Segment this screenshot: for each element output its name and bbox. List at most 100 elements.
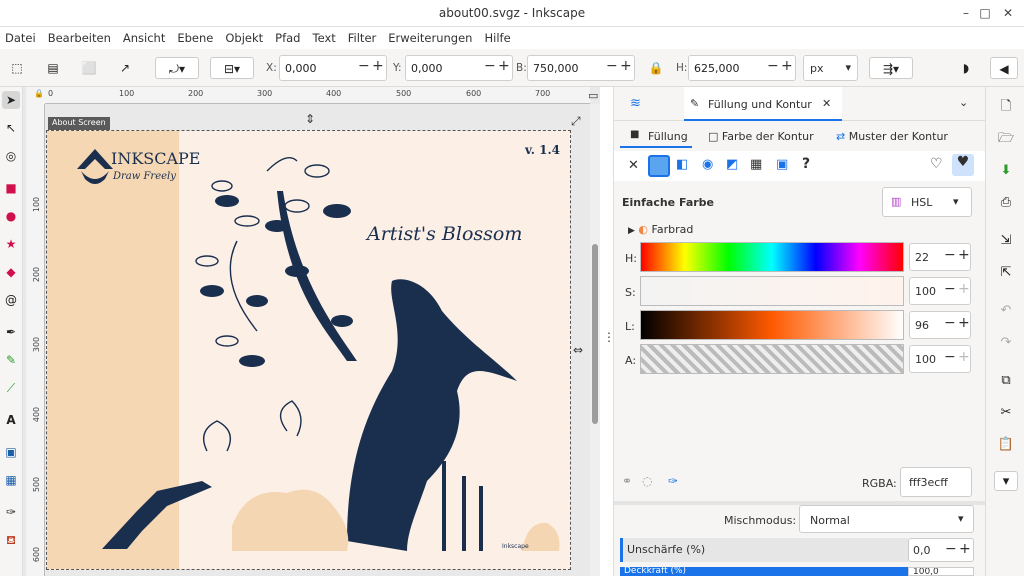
snap-toggle-icon[interactable]: ◗ <box>955 57 977 79</box>
lightness-minus-button[interactable]: − <box>944 315 956 331</box>
lightness-slider[interactable] <box>640 310 904 340</box>
scale-handle-icon[interactable]: ⇕ <box>305 112 315 126</box>
fill-rule-nonzero-icon[interactable]: ♥ <box>952 154 974 176</box>
lightness-field[interactable]: 96 − + <box>909 311 971 339</box>
hue-minus-button[interactable]: − <box>944 247 956 263</box>
blur-field[interactable]: 0,0 − + <box>908 538 974 562</box>
saturation-slider[interactable] <box>640 276 904 306</box>
hue-slider[interactable] <box>640 242 904 272</box>
y-field[interactable]: 0,000 − + <box>405 55 513 81</box>
y-plus-button[interactable]: + <box>498 58 510 74</box>
menu-pfad[interactable]: Pfad <box>275 31 300 45</box>
lightness-plus-button[interactable]: + <box>958 315 970 331</box>
close-icon[interactable]: ✕ <box>822 97 831 110</box>
import-icon[interactable]: ⇲ <box>996 231 1016 251</box>
more-commands-icon[interactable]: ▾ <box>994 471 1018 491</box>
y-minus-button[interactable]: − <box>484 58 496 74</box>
unset-paint-icon[interactable]: ? <box>802 156 810 172</box>
saturation-field[interactable]: 100− + <box>909 277 971 305</box>
chevron-left-icon[interactable]: ◀ <box>990 57 1018 79</box>
menu-ebene[interactable]: Ebene <box>177 31 213 45</box>
blur-plus-button[interactable]: + <box>959 541 971 557</box>
cut-icon[interactable]: ✂ <box>996 403 1016 423</box>
scale-handle-icon[interactable]: ⇔ <box>573 343 583 357</box>
box-3d-tool-icon[interactable]: ◆ <box>2 263 20 281</box>
radial-gradient-icon[interactable]: ◉ <box>702 157 713 172</box>
menu-text[interactable]: Text <box>313 31 336 45</box>
rgba-input[interactable]: fff3ecff <box>900 467 972 497</box>
no-paint-icon[interactable]: ✕ <box>628 158 639 173</box>
blur-minus-button[interactable]: − <box>945 541 957 557</box>
chevron-down-icon[interactable]: ⌄ <box>959 96 968 109</box>
copy-icon[interactable]: ⧉ <box>996 371 1016 391</box>
selector-tool-icon[interactable]: ➤ <box>2 91 20 109</box>
alpha-field[interactable]: 100− + <box>909 345 971 373</box>
dropper-tool-icon[interactable]: ✑ <box>2 503 20 521</box>
color-wheel-expander[interactable]: ▶ ◐ Farbrad <box>628 223 693 236</box>
close-button[interactable]: ✕ <box>999 4 1017 22</box>
undo-icon[interactable]: ↶ <box>996 301 1016 321</box>
minimize-button[interactable]: – <box>957 4 975 22</box>
page-artwork[interactable]: INKSCAPE Draw Freely v. 1.4 Artist's Blo… <box>46 130 571 570</box>
pencil-tool-icon[interactable]: ✎ <box>2 351 20 369</box>
mesh-gradient-icon[interactable]: ◩ <box>726 157 738 172</box>
menu-hilfe[interactable]: Hilfe <box>484 31 510 45</box>
dialog-menu-icon[interactable]: ≋ <box>630 96 641 111</box>
gradient-tool-icon[interactable]: ▣ <box>2 443 20 461</box>
lock-guides-icon[interactable]: 🔒 <box>34 89 44 98</box>
width-field[interactable]: 750,000 − + <box>527 55 635 81</box>
mesh-tool-icon[interactable]: ▦ <box>2 471 20 489</box>
paste-icon[interactable]: 📋 <box>996 435 1016 455</box>
calligraphy-tool-icon[interactable]: ⟋ <box>2 379 20 397</box>
vertical-scrollbar[interactable] <box>590 104 600 576</box>
menu-objekt[interactable]: Objekt <box>225 31 263 45</box>
export-icon[interactable]: ⇱ <box>996 263 1016 283</box>
menu-ansicht[interactable]: Ansicht <box>123 31 165 45</box>
opacity-slider[interactable]: Deckkraft (%) <box>620 567 908 576</box>
menu-bearbeiten[interactable]: Bearbeiten <box>48 31 111 45</box>
text-tool-icon[interactable]: A <box>2 411 20 429</box>
menu-erweiterungen[interactable]: Erweiterungen <box>388 31 472 45</box>
saturation-plus-button[interactable]: + <box>958 281 970 297</box>
scale-handle-icon[interactable]: ⤢ <box>571 114 581 129</box>
tab-fill-stroke[interactable]: ✎ Füllung und Kontur ✕ <box>684 87 842 121</box>
subtab-fill[interactable]: ■ Füllung <box>620 126 692 148</box>
save-icon[interactable]: ⬇ <box>996 161 1016 181</box>
width-plus-button[interactable]: + <box>620 58 632 74</box>
blend-mode-select[interactable]: Normal ▾ <box>799 505 974 533</box>
hue-field[interactable]: 22 − + <box>909 243 971 271</box>
maximize-button[interactable]: □ <box>976 4 994 22</box>
x-field[interactable]: 0,000 − + <box>279 55 387 81</box>
subtab-stroke-style[interactable]: ⇄ Muster der Kontur <box>836 130 948 143</box>
touch-select-icon[interactable]: ↗ <box>114 57 136 79</box>
color-picker-icon[interactable]: ✑ <box>668 474 678 488</box>
print-icon[interactable]: ⎙ <box>996 193 1016 213</box>
alpha-plus-button[interactable]: + <box>958 349 970 365</box>
paint-bucket-tool-icon[interactable]: ⛾ <box>2 531 20 549</box>
x-plus-button[interactable]: + <box>372 58 384 74</box>
alpha-minus-button[interactable]: − <box>944 349 956 365</box>
color-mode-select[interactable]: ▥ HSL ▾ <box>882 187 972 217</box>
node-tool-icon[interactable]: ↖ <box>2 119 20 137</box>
deselect-icon[interactable]: ⬜ <box>78 57 100 79</box>
open-file-icon[interactable]: 🗁 <box>996 129 1016 149</box>
select-all-icon[interactable]: ⬚ <box>6 57 28 79</box>
menu-filter[interactable]: Filter <box>348 31 376 45</box>
select-all-layers-icon[interactable]: ▤ <box>42 57 64 79</box>
toggle-panel-icon[interactable]: ▭ <box>588 89 598 102</box>
star-tool-icon[interactable]: ★ <box>2 235 20 253</box>
subtab-stroke-paint[interactable]: □ Farbe der Kontur <box>708 130 814 143</box>
height-field[interactable]: 625,000 − + <box>688 55 796 81</box>
x-minus-button[interactable]: − <box>358 58 370 74</box>
saturation-minus-button[interactable]: − <box>944 281 956 297</box>
rotate-options-icon[interactable]: ⤾▾ <box>155 57 199 79</box>
rectangle-tool-icon[interactable]: ■ <box>2 179 20 197</box>
blur-slider[interactable]: Unschärfe (%) <box>620 538 908 562</box>
horizontal-ruler[interactable]: 0 100 200 300 400 500 600 700 <box>45 87 590 104</box>
opacity-field[interactable]: 100,0 <box>908 567 974 576</box>
scrollbar-thumb[interactable] <box>592 244 598 424</box>
transform-options-icon[interactable]: ⇶▾ <box>869 57 913 79</box>
menu-datei[interactable]: Datei <box>5 31 36 45</box>
linear-gradient-icon[interactable]: ◧ <box>676 157 688 172</box>
unit-select[interactable]: px ▾ <box>803 55 858 81</box>
